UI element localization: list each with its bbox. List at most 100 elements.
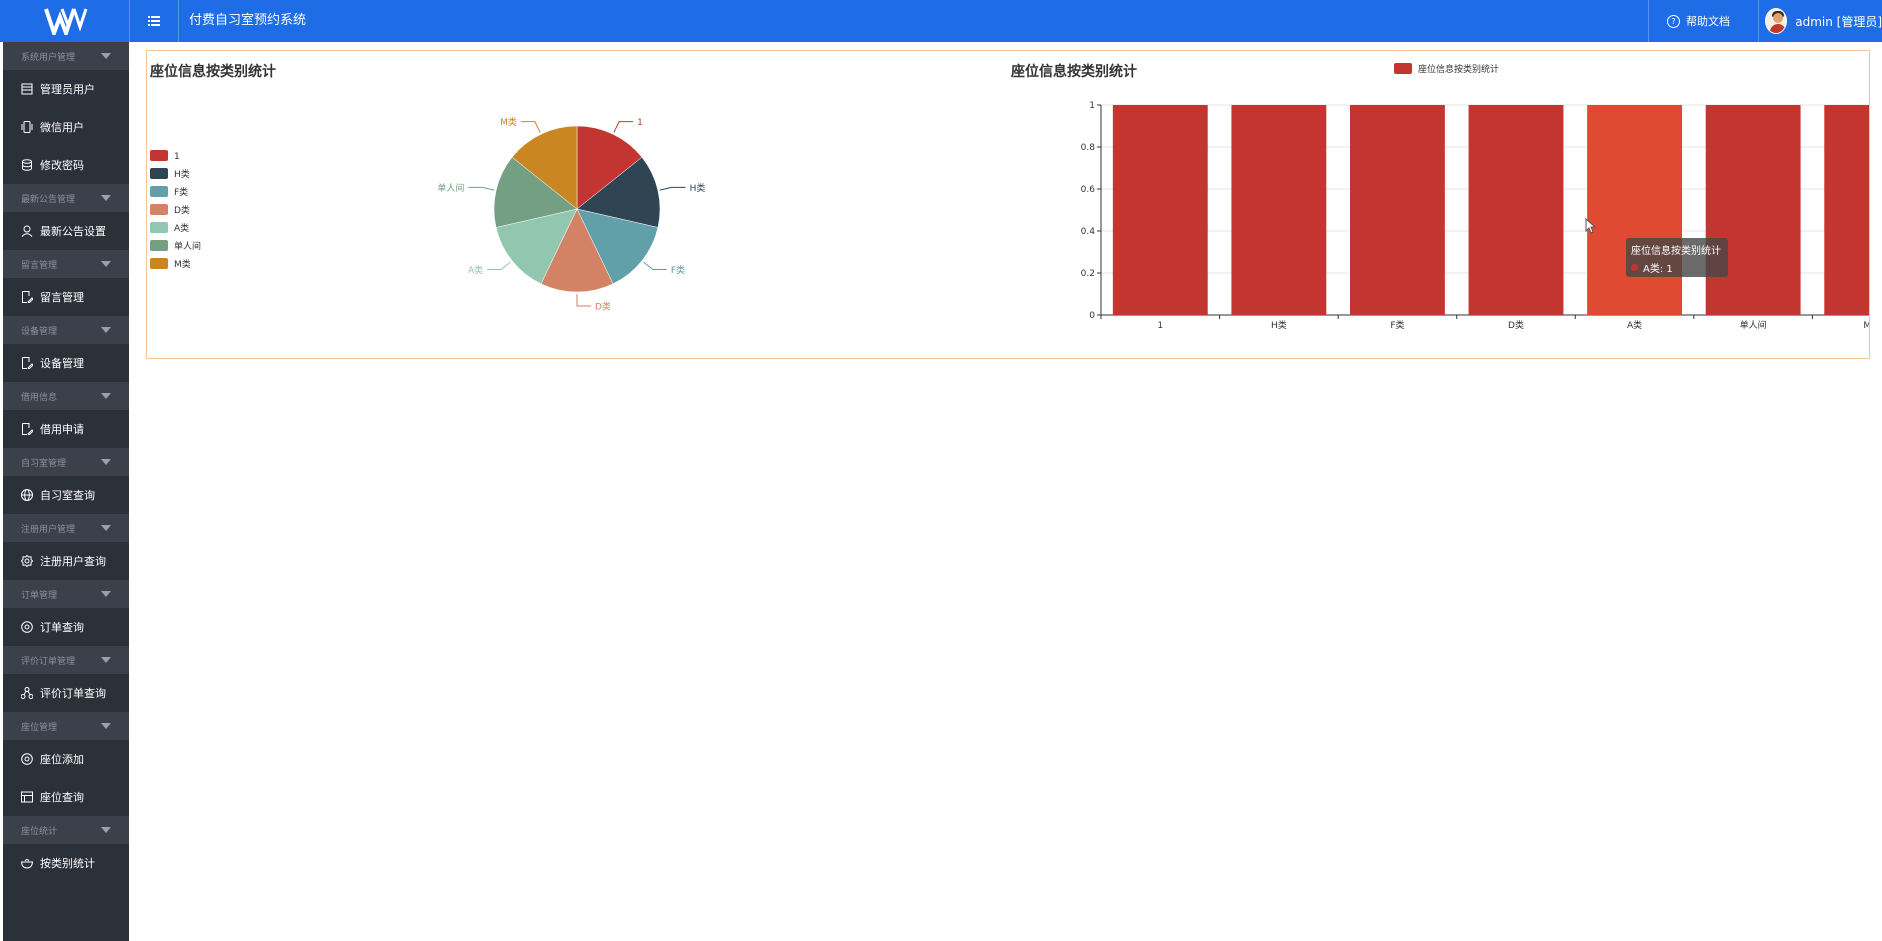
y-tick-label: 1 [1089, 101, 1095, 111]
tooltip-title: 座位信息按类别统计 [1631, 246, 1721, 257]
bar [1468, 105, 1564, 315]
gear-icon [21, 555, 33, 567]
sidebar-group-header[interactable]: 自习室管理 [3, 448, 129, 476]
bar [1587, 105, 1682, 315]
pie-slice-label: D类 [595, 301, 611, 313]
avatar [1765, 8, 1788, 34]
doc-edit-icon [21, 291, 33, 303]
x-tick-label: 单人间 [1740, 319, 1767, 331]
tooltip-dot-icon [1631, 264, 1638, 271]
legend-swatch [150, 222, 168, 233]
sidebar-item[interactable]: 自习室查询 [3, 476, 129, 514]
sidebar-group-header[interactable]: 座位统计 [3, 816, 129, 844]
sidebar-group-header[interactable]: 留言管理 [3, 250, 129, 278]
sidebar-group-header[interactable]: 注册用户管理 [3, 514, 129, 542]
user-menu[interactable]: admin [管理员] [1758, 0, 1882, 42]
pie-chart: 1H类F类D类A类单人间M类1H类F类D类A类单人间M类 [150, 116, 706, 313]
list-icon [21, 791, 33, 803]
sidebar-group-header[interactable]: 订单管理 [3, 580, 129, 608]
pie-slice-label: H类 [690, 182, 706, 194]
caret-down-icon [101, 195, 111, 201]
phone-icon [21, 121, 33, 133]
sidebar-group-header[interactable]: 借用信息 [3, 382, 129, 410]
sidebar-group-header[interactable]: 设备管理 [3, 316, 129, 344]
sidebar-item[interactable]: 最新公告设置 [3, 212, 129, 250]
caret-down-icon [101, 459, 111, 465]
legend-swatch [150, 258, 168, 269]
caret-down-icon [101, 261, 111, 267]
sidebar: 系统用户管理 管理员用户 微信用户 修改密码 最新公告管理 最新公告设置 留言管理 留言管理设… [3, 42, 129, 941]
logo[interactable] [3, 0, 130, 42]
bar-chart: 座位信息按类别统计 0 0.2 0.4 0.6 0.8 1 1 H类 F类 D类 A类 单人间 M类 [1081, 63, 1869, 331]
sidebar-group-header[interactable]: 座位管理 [3, 712, 129, 740]
user-label: admin [管理员] [1795, 14, 1882, 29]
sidebar-item[interactable]: 评价订单查询 [3, 674, 129, 712]
x-tick-label: F类 [1390, 319, 1404, 331]
sidebar-item[interactable]: 借用申请 [3, 410, 129, 448]
sidebar-item[interactable]: 管理员用户 [3, 70, 129, 108]
sidebar-item-label: 修改密码 [40, 159, 84, 172]
legend-label: F类 [174, 186, 188, 198]
share-icon [21, 687, 33, 699]
mouse-cursor-icon [1585, 218, 1597, 234]
legend-label: H类 [174, 168, 190, 180]
caret-down-icon [101, 327, 111, 333]
bar [1705, 105, 1801, 315]
legend-swatch [150, 240, 168, 251]
sidebar-item[interactable]: 修改密码 [3, 146, 129, 184]
y-tick-label: 0 [1089, 311, 1095, 321]
sidebar-item-label: 设备管理 [40, 357, 84, 370]
sidebar-item[interactable]: 座位添加 [3, 740, 129, 778]
w-logo-icon [44, 8, 88, 35]
legend-swatch [150, 186, 168, 197]
legend-label: A类 [174, 222, 189, 234]
bar-tooltip: 座位信息按类别统计 A类: 1 [1626, 238, 1728, 277]
x-tick-label: A类 [1627, 319, 1642, 331]
sidebar-item[interactable]: 注册用户查询 [3, 542, 129, 580]
y-tick-label: 0.6 [1081, 185, 1096, 195]
pie-label-line [613, 121, 634, 133]
sidebar-group-header[interactable]: 最新公告管理 [3, 184, 129, 212]
sidebar-group-label: 自习室管理 [21, 458, 67, 469]
sidebar-item-label: 评价订单查询 [40, 687, 106, 700]
sidebar-group-label: 最新公告管理 [21, 194, 76, 205]
pie-label-line [468, 186, 495, 191]
sidebar-item[interactable]: 留言管理 [3, 278, 129, 316]
pie-label-line [659, 186, 686, 191]
legend-swatch [150, 168, 168, 179]
tooltip-value: A类: 1 [1643, 264, 1673, 275]
sidebar-item-label: 注册用户查询 [40, 555, 106, 568]
sidebar-item[interactable]: 订单查询 [3, 608, 129, 646]
sidebar-item[interactable]: 座位查询 [3, 778, 129, 816]
sidebar-group-label: 注册用户管理 [21, 524, 76, 535]
user-icon [21, 225, 33, 237]
caret-down-icon [101, 657, 111, 663]
help-docs-link[interactable]: ? 帮助文档 [1648, 0, 1758, 42]
top-bar: 付费自习室预约系统 ? 帮助文档 admin [管理员] [0, 0, 1882, 42]
sidebar-item[interactable]: 微信用户 [3, 108, 129, 146]
sidebar-item-label: 座位查询 [40, 791, 84, 804]
sidebar-item-label: 管理员用户 [40, 83, 95, 96]
sidebar-item[interactable]: 按类别统计 [3, 844, 129, 882]
circle-icon [21, 621, 33, 633]
menu-toggle-button[interactable] [144, 11, 164, 31]
bowl-icon [21, 857, 33, 869]
sidebar-group-label: 订单管理 [21, 590, 58, 601]
sidebar-group-label: 系统用户管理 [21, 52, 76, 63]
sidebar-item[interactable]: 设备管理 [3, 344, 129, 382]
x-tick-label: M类 [1863, 319, 1869, 331]
pie-slice-label: M类 [500, 116, 517, 128]
sidebar-group-label: 评价订单管理 [21, 656, 76, 667]
sidebar-item-label: 自习室查询 [40, 489, 95, 502]
legend-swatch [1394, 63, 1412, 74]
sidebar-item-label: 借用申请 [40, 423, 84, 436]
y-tick-label: 0.4 [1081, 227, 1096, 237]
y-tick-label: 0.8 [1081, 143, 1096, 153]
pie-slice-label: 单人间 [437, 182, 464, 194]
sidebar-group-header[interactable]: 系统用户管理 [3, 42, 129, 70]
x-tick-label: H类 [1271, 319, 1287, 331]
sidebar-group-header[interactable]: 评价订单管理 [3, 646, 129, 674]
caret-down-icon [101, 525, 111, 531]
bar [1350, 105, 1445, 315]
help-label: 帮助文档 [1686, 15, 1730, 28]
